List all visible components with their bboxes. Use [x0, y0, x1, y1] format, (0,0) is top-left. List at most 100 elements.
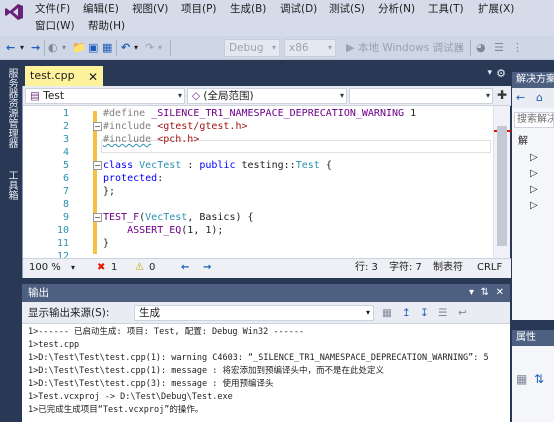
redo-dropdown-icon[interactable]: ▾	[158, 40, 162, 56]
output-source-label: 显示输出来源(S):	[28, 307, 110, 319]
split-editor-icon[interactable]: ✚	[497, 88, 507, 102]
undo-icon[interactable]: ↶	[121, 40, 130, 56]
run-dropdown-icon[interactable]: ▾	[458, 40, 462, 56]
line-number: 1	[62, 108, 69, 119]
gear-icon[interactable]: ⚙	[496, 67, 506, 80]
menu-extensions[interactable]: 扩展(X)	[478, 2, 514, 17]
cpp-project-icon: ▤	[30, 90, 40, 102]
solution-explorer-search[interactable]: 搜索解决	[514, 112, 554, 128]
output-source-select[interactable]: 生成 ▾	[134, 305, 374, 321]
output-line: 1>已完成生成项目“Test.vcxproj”的操作。	[28, 405, 204, 415]
menu-edit[interactable]: 编辑(E)	[83, 2, 119, 17]
forward-arrow-icon[interactable]: →	[31, 40, 40, 56]
error-icon[interactable]: ✖	[97, 259, 105, 277]
menu-test[interactable]: 测试(S)	[329, 2, 365, 17]
save-icon[interactable]: ▣	[88, 40, 98, 56]
categorized-icon[interactable]: ▦	[516, 372, 527, 386]
previous-issue-icon[interactable]: ←	[181, 259, 189, 277]
tab-list-dropdown-icon[interactable]: ▾	[487, 68, 492, 78]
menu-help[interactable]: 帮助(H)	[88, 19, 125, 34]
redo-icon[interactable]: ↷	[145, 40, 154, 56]
toolbar-more-icon[interactable]: ⋮	[512, 40, 523, 56]
new-dropdown-icon[interactable]: ▾	[62, 40, 66, 56]
clear-all-icon[interactable]: ☰	[438, 302, 447, 324]
expand-arrow-icon[interactable]: ▷	[530, 152, 538, 164]
toolbar-options-icon[interactable]: ☰	[494, 40, 504, 56]
word-wrap-icon[interactable]: ↩	[458, 302, 467, 324]
change-tracking-bar	[93, 111, 97, 254]
close-icon[interactable]: ✕	[496, 284, 504, 302]
menu-tools[interactable]: 工具(T)	[428, 2, 464, 17]
solution-node[interactable]: 解	[518, 136, 528, 148]
output-line: 1>test.cpp	[28, 340, 80, 350]
menu-bar: 文件(F) 编辑(E) 视图(V) 项目(P) 生成(B) 调试(D) 测试(S…	[0, 0, 554, 36]
tabs-indicator[interactable]: 制表符	[433, 259, 463, 277]
member-select[interactable]: ▾	[349, 88, 493, 104]
find-previous-icon[interactable]: ↥	[402, 302, 411, 324]
start-debug-icon[interactable]: ▶	[346, 40, 354, 56]
home-icon[interactable]: ⌂	[536, 91, 543, 104]
code-area[interactable]: 1 2 3 4 5 6 7 8 9 10 11 12 − − − #define…	[23, 106, 511, 262]
chevron-down-icon: ▾	[177, 91, 182, 100]
platform-select[interactable]: x86 ▾	[284, 39, 336, 57]
toolbox-tab[interactable]: 工具箱	[5, 170, 17, 200]
menu-analyze[interactable]: 分析(N)	[378, 2, 415, 17]
menu-file[interactable]: 文件(F)	[35, 2, 70, 17]
find-next-icon[interactable]: ↧	[420, 302, 429, 324]
code-line-3: #include <pch.h>	[103, 134, 200, 145]
tab-label: test.cpp	[30, 69, 75, 82]
next-issue-icon[interactable]: →	[203, 259, 211, 277]
project-select[interactable]: ▤ Test ▾	[25, 88, 185, 104]
back-arrow-icon[interactable]: ←	[6, 40, 15, 56]
chevron-down-icon: ▾	[271, 43, 276, 52]
expand-arrow-icon[interactable]: ▷	[530, 184, 538, 196]
solution-config-select[interactable]: Debug ▾	[224, 39, 280, 57]
back-dropdown-icon[interactable]: ▾	[20, 40, 24, 56]
server-explorer-tab[interactable]: 服务器资源管理器	[5, 68, 17, 148]
menu-project[interactable]: 项目(P)	[181, 2, 217, 17]
char-indicator: 字符: 7	[389, 262, 422, 273]
fold-collapse-icon[interactable]: −	[93, 161, 102, 170]
sort-alpha-icon[interactable]: ⇅	[534, 372, 544, 386]
zoom-level[interactable]: 100 %	[29, 259, 61, 277]
code-line-10: ASSERT_EQ(1, 1);	[127, 225, 224, 236]
goto-message-icon[interactable]: ▦	[382, 302, 392, 324]
chevron-down-icon[interactable]: ▾	[469, 284, 474, 302]
new-project-icon[interactable]: ◐	[48, 40, 58, 56]
expand-arrow-icon[interactable]: ▷	[530, 168, 538, 180]
back-arrow-icon[interactable]: ←	[516, 91, 525, 104]
pin-icon[interactable]: ⇅	[481, 284, 489, 302]
chevron-down-icon[interactable]: ▾	[71, 259, 75, 277]
output-line: 1>D:\Test\Test\test.cpp(1): message : 将宏…	[28, 366, 384, 376]
warning-icon[interactable]: ⚠	[135, 259, 144, 277]
scrollbar-thumb[interactable]	[497, 126, 507, 246]
open-folder-icon[interactable]: 📁	[72, 40, 86, 56]
line-number: 6	[62, 173, 69, 184]
menu-debug[interactable]: 调试(D)	[280, 2, 317, 17]
code-line-1: #define _SILENCE_TR1_NAMESPACE_DEPRECATI…	[103, 108, 417, 119]
editor-status-strip: 100 % ▾ ✖ 1 ⚠ 0 ← → 行: 3 字符: 7 制表符 CRLF	[23, 258, 511, 278]
navigation-bar: ▤ Test ▾ ◇ (全局范围) ▾ ▾ ✚	[23, 86, 511, 106]
output-text-area[interactable]: 1>------ 已启动生成: 项目: Test, 配置: Debug Win3…	[22, 324, 510, 422]
fold-collapse-icon[interactable]: −	[93, 122, 102, 131]
warning-count[interactable]: 0	[149, 259, 155, 277]
scope-select-value: (全局范围)	[203, 90, 254, 102]
scope-select[interactable]: ◇ (全局范围) ▾	[187, 88, 347, 104]
attach-icon[interactable]: ◕	[476, 40, 486, 56]
line-number: 2	[62, 121, 69, 132]
output-title: 输出	[28, 287, 49, 299]
close-icon[interactable]: ✕	[88, 67, 98, 87]
menu-view[interactable]: 视图(V)	[132, 2, 168, 17]
expand-arrow-icon[interactable]: ▷	[530, 200, 538, 212]
tab-test-cpp[interactable]: test.cpp ✕	[25, 66, 103, 86]
fold-collapse-icon[interactable]: −	[93, 213, 102, 222]
start-debugger-label[interactable]: 本地 Windows 调试器	[358, 40, 464, 56]
editor-vertical-scrollbar[interactable]	[493, 106, 511, 258]
eol-indicator[interactable]: CRLF	[477, 259, 502, 277]
menu-window[interactable]: 窗口(W)	[35, 19, 75, 34]
line-number-gutter: 1 2 3 4 5 6 7 8 9 10 11 12	[23, 106, 71, 262]
undo-dropdown-icon[interactable]: ▾	[134, 40, 138, 56]
error-count[interactable]: 1	[111, 259, 117, 277]
menu-build[interactable]: 生成(B)	[230, 2, 266, 17]
save-all-icon[interactable]: ▦	[102, 40, 112, 56]
